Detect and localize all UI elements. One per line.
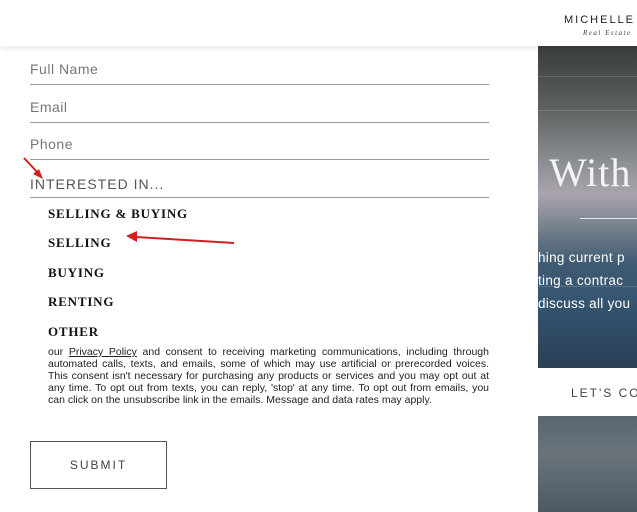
phone-field[interactable]: Phone	[30, 133, 489, 160]
side-text-line-3: discuss all you	[538, 296, 631, 311]
site-header: MICHELLE Real Estate	[0, 0, 637, 46]
phone-placeholder: Phone	[30, 136, 73, 152]
side-text-line-1: hing current p	[538, 250, 625, 265]
option-renting[interactable]: RENTING	[48, 294, 114, 310]
annotation-arrow-selling	[126, 231, 235, 244]
option-selling[interactable]: SELLING	[48, 235, 111, 251]
lets-connect-link[interactable]: LET'S CO	[571, 386, 637, 400]
side-text-line-2: ting a contrac	[538, 273, 624, 288]
side-bottom-image	[538, 416, 637, 512]
side-divider	[580, 218, 637, 219]
email-field[interactable]: Email	[30, 96, 489, 123]
consent-prefix: our	[48, 346, 69, 358]
option-selling-buying[interactable]: SELLING & BUYING	[48, 206, 188, 222]
interested-in-dropdown[interactable]: INTERESTED IN...	[30, 173, 489, 198]
consent-text: our Privacy Policy and consent to receiv…	[48, 346, 489, 406]
brand-logo-name[interactable]: MICHELLE	[564, 14, 635, 26]
email-placeholder: Email	[30, 99, 68, 115]
privacy-policy-link[interactable]: Privacy Policy	[69, 346, 137, 358]
interested-in-label: INTERESTED IN...	[30, 176, 165, 192]
full-name-field[interactable]: Full Name	[30, 58, 489, 85]
side-hero-panel: With hing current p ting a contrac discu…	[538, 46, 637, 512]
brand-logo-tagline: Real Estate	[583, 29, 632, 37]
full-name-placeholder: Full Name	[30, 61, 99, 77]
side-hero-image	[538, 46, 637, 368]
option-buying[interactable]: BUYING	[48, 265, 105, 281]
option-other[interactable]: OTHER	[48, 324, 99, 340]
side-heading: With	[549, 150, 632, 195]
submit-button[interactable]: SUBMIT	[30, 441, 167, 489]
